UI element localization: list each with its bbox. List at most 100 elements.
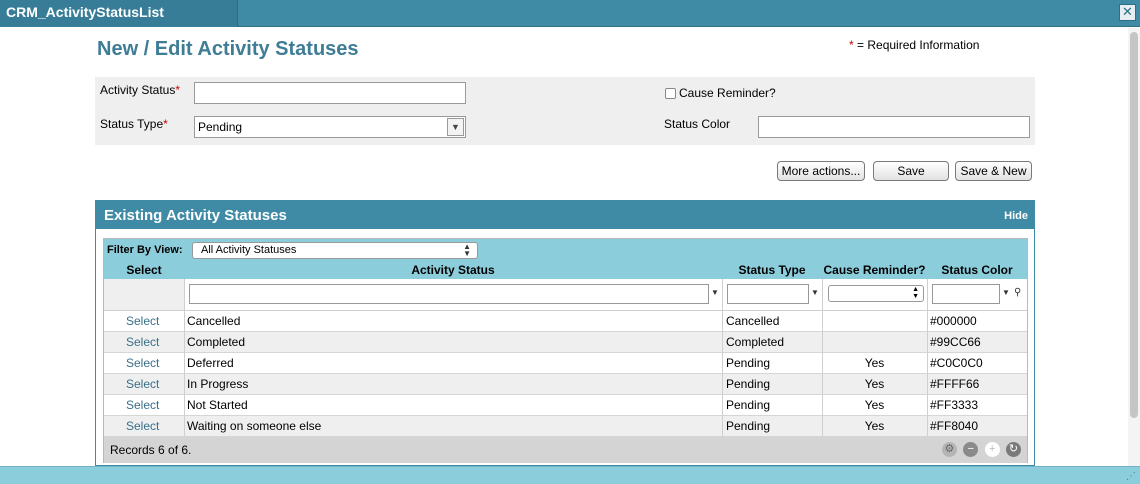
status-color-input[interactable] xyxy=(758,116,1030,138)
status-cell: Waiting on someone else xyxy=(187,419,322,433)
existing-statuses-panel: Existing Activity Statuses Hide Filter B… xyxy=(95,200,1035,466)
color-cell: #000000 xyxy=(930,314,977,328)
type-cell: Pending xyxy=(726,419,771,433)
status-type-filter-input[interactable] xyxy=(727,284,809,304)
add-icon[interactable]: + xyxy=(984,442,1000,458)
panel-header: Existing Activity Statuses Hide xyxy=(96,201,1034,229)
filter-dropdown-icon[interactable]: ▼ xyxy=(1002,288,1010,297)
select-link[interactable]: Select xyxy=(126,398,159,412)
window-title: CRM_ActivityStatusList xyxy=(6,4,164,20)
column-filter-row: ▼ ▼ ▲ ▼ ▼ ⚲ xyxy=(104,279,1027,311)
select-updown-icon: ▲ ▼ xyxy=(463,242,471,258)
status-cell: Cancelled xyxy=(187,314,241,328)
window-bottom-bar: ⋰ xyxy=(0,466,1140,484)
column-divider xyxy=(722,279,723,437)
table-row: Select Deferred Pending Yes #C0C0C0 xyxy=(104,353,1027,374)
panel-title: Existing Activity Statuses xyxy=(104,207,287,224)
select-filter-cell xyxy=(104,279,184,310)
main-content: New / Edit Activity Statuses * = Require… xyxy=(0,28,1128,466)
filter-by-view-label: Filter By View: xyxy=(107,244,183,256)
column-header-status-color[interactable]: Status Color xyxy=(927,263,1027,277)
status-type-label-text: Status Type xyxy=(100,117,164,131)
reminder-cell: Yes xyxy=(864,377,885,391)
reminder-cell: Yes xyxy=(864,419,885,433)
save-button[interactable]: Save xyxy=(873,161,949,181)
statuses-grid: Filter By View: All Activity Statuses ▲ ▼… xyxy=(103,238,1028,463)
color-cell: #99CC66 xyxy=(930,335,981,349)
activity-status-input[interactable] xyxy=(194,82,466,104)
required-mark: * xyxy=(163,117,168,131)
type-cell: Pending xyxy=(726,377,771,391)
table-row: Select Cancelled Cancelled #000000 xyxy=(104,311,1027,332)
activity-status-form: Activity Status* Status Type* Pending ▼ … xyxy=(95,77,1035,145)
table-row: Select Completed Completed #99CC66 xyxy=(104,332,1027,353)
column-header-cause-reminder[interactable]: Cause Reminder? xyxy=(822,263,927,277)
settings-icon[interactable]: ⚙ xyxy=(941,442,957,458)
column-divider xyxy=(184,279,185,437)
chevron-down-icon[interactable]: ▼ xyxy=(447,118,464,136)
color-cell: #FF8040 xyxy=(930,419,979,433)
required-star: * xyxy=(849,38,854,52)
color-cell: #FFFF66 xyxy=(930,377,980,391)
records-count: Records 6 of 6. xyxy=(110,443,192,457)
clear-filter-icon[interactable]: ⚲ xyxy=(1014,287,1021,298)
scrollbar-thumb[interactable] xyxy=(1130,32,1138,418)
table-row: Select In Progress Pending Yes #FFFF66 xyxy=(104,374,1027,395)
status-type-value: Pending xyxy=(198,120,243,134)
column-divider xyxy=(822,279,823,437)
status-color-label: Status Color xyxy=(664,117,731,131)
hide-link[interactable]: Hide xyxy=(1004,210,1028,222)
table-row: Select Waiting on someone else Pending Y… xyxy=(104,416,1027,437)
select-link[interactable]: Select xyxy=(126,314,159,328)
column-header-status-type[interactable]: Status Type xyxy=(722,263,822,277)
status-type-select[interactable]: Pending ▼ xyxy=(194,116,466,138)
column-header-select: Select xyxy=(126,263,162,277)
type-cell: Pending xyxy=(726,356,771,370)
cause-reminder-checkbox[interactable] xyxy=(665,88,676,99)
cause-reminder-label: Cause Reminder? xyxy=(679,86,776,100)
activity-status-label: Activity Status* xyxy=(100,83,180,97)
required-mark: * xyxy=(175,83,181,97)
resize-grip-icon[interactable]: ⋰ xyxy=(1126,471,1136,482)
activity-status-label-text: Activity Status xyxy=(100,83,176,97)
status-cell: In Progress xyxy=(187,377,249,391)
select-link[interactable]: Select xyxy=(126,335,159,349)
color-cell: #FF3333 xyxy=(930,398,979,412)
status-cell: Not Started xyxy=(187,398,248,412)
select-link[interactable]: Select xyxy=(126,419,159,433)
grid-footer: Records 6 of 6. ⚙ − + ↻ xyxy=(104,437,1027,463)
refresh-icon[interactable]: ↻ xyxy=(1006,442,1021,458)
status-type-label: Status Type* xyxy=(100,117,168,131)
save-and-new-button[interactable]: Save & New xyxy=(955,161,1032,181)
close-icon[interactable]: ✕ xyxy=(1119,4,1136,21)
select-link[interactable]: Select xyxy=(126,356,159,370)
select-updown-icon: ▲ ▼ xyxy=(912,286,919,300)
column-header-activity-status[interactable]: Activity Status xyxy=(184,263,722,277)
table-row: Select Not Started Pending Yes #FF3333 xyxy=(104,395,1027,416)
page-title: New / Edit Activity Statuses xyxy=(97,38,359,60)
grid-footer-tools: ⚙ − + ↻ xyxy=(939,442,1021,458)
more-actions-button[interactable]: More actions... xyxy=(777,161,865,181)
status-cell: Completed xyxy=(187,335,246,349)
color-cell: #C0C0C0 xyxy=(930,356,983,370)
type-cell: Completed xyxy=(726,335,785,349)
column-divider xyxy=(927,279,928,437)
filter-view-value: All Activity Statuses xyxy=(201,244,297,256)
activity-status-filter-input[interactable] xyxy=(189,284,709,304)
filter-dropdown-icon[interactable]: ▼ xyxy=(711,288,719,297)
filter-view-select[interactable]: All Activity Statuses ▲ ▼ xyxy=(192,242,478,259)
status-cell: Deferred xyxy=(187,356,234,370)
required-info-note: * = Required Information xyxy=(849,38,979,52)
reminder-cell: Yes xyxy=(864,356,885,370)
status-color-filter-input[interactable] xyxy=(932,284,1000,304)
type-cell: Pending xyxy=(726,398,771,412)
reminder-cell: Yes xyxy=(864,398,885,412)
remove-icon[interactable]: − xyxy=(963,442,979,458)
window-titlebar: CRM_ActivityStatusList ✕ xyxy=(0,0,1140,27)
select-link[interactable]: Select xyxy=(126,377,159,391)
cause-reminder-filter-select[interactable]: ▲ ▼ xyxy=(828,285,924,302)
vertical-scrollbar[interactable] xyxy=(1128,28,1140,466)
required-info-text: = Required Information xyxy=(857,38,980,52)
filter-dropdown-icon[interactable]: ▼ xyxy=(811,288,819,297)
type-cell: Cancelled xyxy=(726,314,780,328)
